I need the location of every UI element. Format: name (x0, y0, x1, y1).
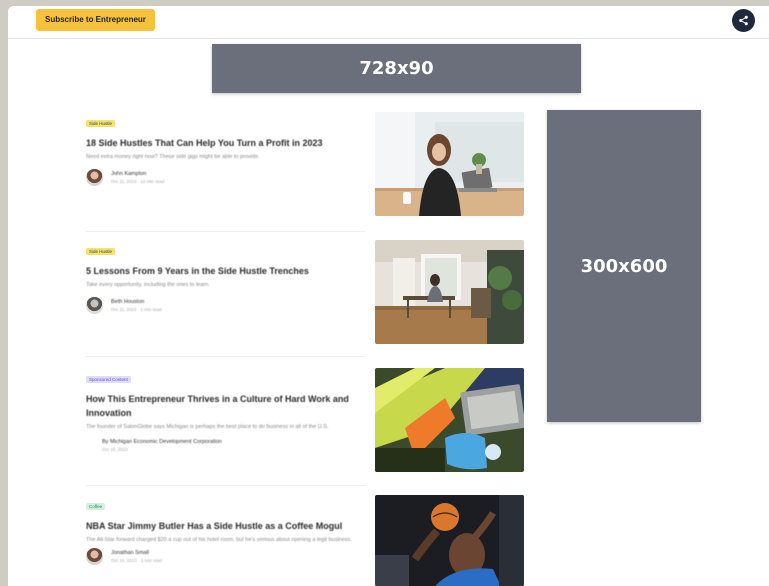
article-headline[interactable]: How This Entrepreneur Thrives in a Cultu… (86, 392, 366, 420)
ad-skyscraper[interactable]: 300x600 (547, 110, 701, 422)
article-thumbnail[interactable] (375, 368, 524, 472)
article-headline[interactable]: 18 Side Hustles That Can Help You Turn a… (86, 136, 366, 150)
publish-date: Oct 10, 2023 (102, 447, 128, 452)
byline: John Kampton Oct 11, 2023 · 12 min read (86, 169, 366, 186)
article-dek: The All-Star forward charged $20 a cup o… (86, 537, 352, 543)
author-name[interactable]: Beth Houston (111, 298, 162, 306)
article-thumbnail[interactable] (375, 112, 524, 216)
author-avatar (86, 297, 103, 314)
author-name[interactable]: John Kampton (111, 170, 164, 178)
category-badge[interactable]: Side Hustle (86, 248, 116, 255)
article-divider (86, 356, 366, 357)
category-badge[interactable]: Side Hustle (86, 120, 116, 127)
top-bar: Subscribe to Entrepreneur (8, 6, 769, 39)
byline: Jonathan Small Oct 10, 2023 · 2 min read (86, 548, 366, 565)
share-icon (739, 15, 748, 26)
byline: By Michigan Economic Development Corpora… (86, 437, 366, 454)
publish-date: Oct 11, 2023 · 1 min read (111, 307, 162, 312)
author-name[interactable]: By Michigan Economic Development Corpora… (102, 438, 222, 446)
author-avatar (86, 548, 103, 565)
publish-date: Oct 11, 2023 · 12 min read (111, 179, 165, 184)
article-thumbnail[interactable] (375, 495, 524, 586)
author-avatar (86, 169, 103, 186)
article-dek: The founder of SalonGlobe says Michigan … (86, 424, 329, 430)
ad-leaderboard[interactable]: 728x90 (212, 44, 581, 93)
author-name[interactable]: Jonathan Small (111, 549, 162, 557)
share-button[interactable] (732, 9, 755, 32)
page-frame: Subscribe to Entrepreneur 728x90 300x600… (8, 6, 769, 586)
article-thumbnail[interactable] (375, 240, 524, 344)
article-divider (86, 231, 366, 232)
byline: Beth Houston Oct 11, 2023 · 1 min read (86, 297, 366, 314)
article-headline[interactable]: 5 Lessons From 9 Years in the Side Hustl… (86, 264, 366, 278)
article-dek: Need extra money right now? These side g… (86, 154, 260, 160)
article-dek: Take every opportunity, including the on… (86, 282, 210, 288)
publish-date: Oct 10, 2023 · 2 min read (111, 558, 163, 563)
article-divider (86, 485, 366, 486)
subscribe-button[interactable]: Subscribe to Entrepreneur (36, 9, 155, 31)
category-badge[interactable]: Sponsored Content (86, 376, 131, 383)
category-badge[interactable]: Coffee (86, 503, 106, 510)
article-headline[interactable]: NBA Star Jimmy Butler Has a Side Hustle … (86, 519, 366, 533)
